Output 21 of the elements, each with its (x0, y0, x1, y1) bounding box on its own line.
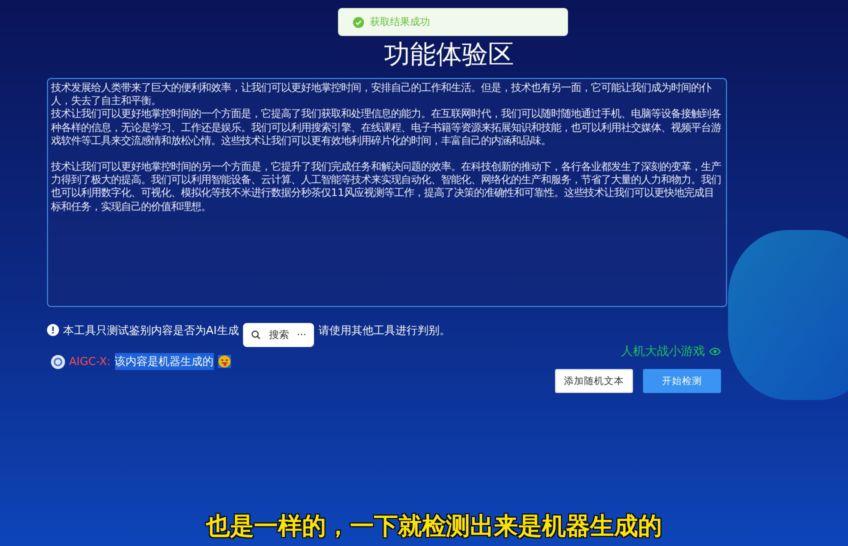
text-area[interactable] (47, 78, 727, 307)
page-title: 功能体验区 (383, 40, 515, 72)
eye-icon[interactable] (709, 347, 721, 356)
more-button[interactable]: ··· (296, 330, 306, 340)
video-subtitle: 也是一样的，一下就检测出来是机器生成的 (206, 511, 662, 542)
game-link[interactable]: 人机大战小游戏 (621, 343, 705, 360)
logo-icon (51, 354, 65, 368)
toast-message: 获取结果成功 (370, 16, 430, 29)
paragraph-text: 技术发展给人类带来了巨大的便利和效率，让我们可以更好地掌控时间，安排自己的工作和生活。但是，技术也有另一面，它可能让我们成为时间的仆人，失去了自主和平衡。 (51, 82, 712, 108)
info-icon (47, 324, 59, 336)
tongue-face-icon (218, 355, 231, 368)
check-circle-icon (353, 16, 364, 28)
search-icon[interactable] (250, 330, 261, 340)
paragraph-text: 技术让我们可以更好地掌控时间的另一个方面是，它提升了我们完成任务和解决问题的效率。在科技创新的推动下，各行各业都发生了深刻的变革，生产力得到了极大的提高。我们可以利用智能设备、云计算、人工智能等技术来实现自动化、智能化、网络化的生产和服务，节省了大量的人力和物力。我们也可以利用数字化、可视化、模拟化等技不米进行数据分秒茶仅11风应视测等工作，提高了决策的准确性和可靠性。这些技术让我们可以更快地完成目标和任务，实现自己的价值和理想。 (51, 161, 722, 214)
paragraph-text: 技术让我们可以更好地掌控时间的一个方面是，它提高了我们获取和处理信息的能力。在互联网时代，我们可以随时随地通过手机、电脑等设备接触到各种各样的信息，无论是学习、工作还是娱乐。我们可以利用搜索引擎、在线课程、电子书籍等资源来拓展知识和技能，也可以利用社交媒体、视频平台游戏软件等工具来交流感情和放松心情。这些技术让我们可以更有效地利用碎片化的时间，丰富自己的内涵和品味。 (51, 108, 722, 148)
result-text: 该内容是机器生成的 (114, 353, 214, 370)
search-label[interactable]: 搜索 (268, 328, 289, 342)
result-label: AIGC-X: (69, 355, 111, 368)
action-button[interactable]: 添加随机文本 (555, 369, 633, 393)
notice-text: 本工具只测试鉴别内容是否为AI生成 (63, 322, 239, 338)
notice-text: 请使用其他工具进行判别。 (318, 322, 450, 338)
